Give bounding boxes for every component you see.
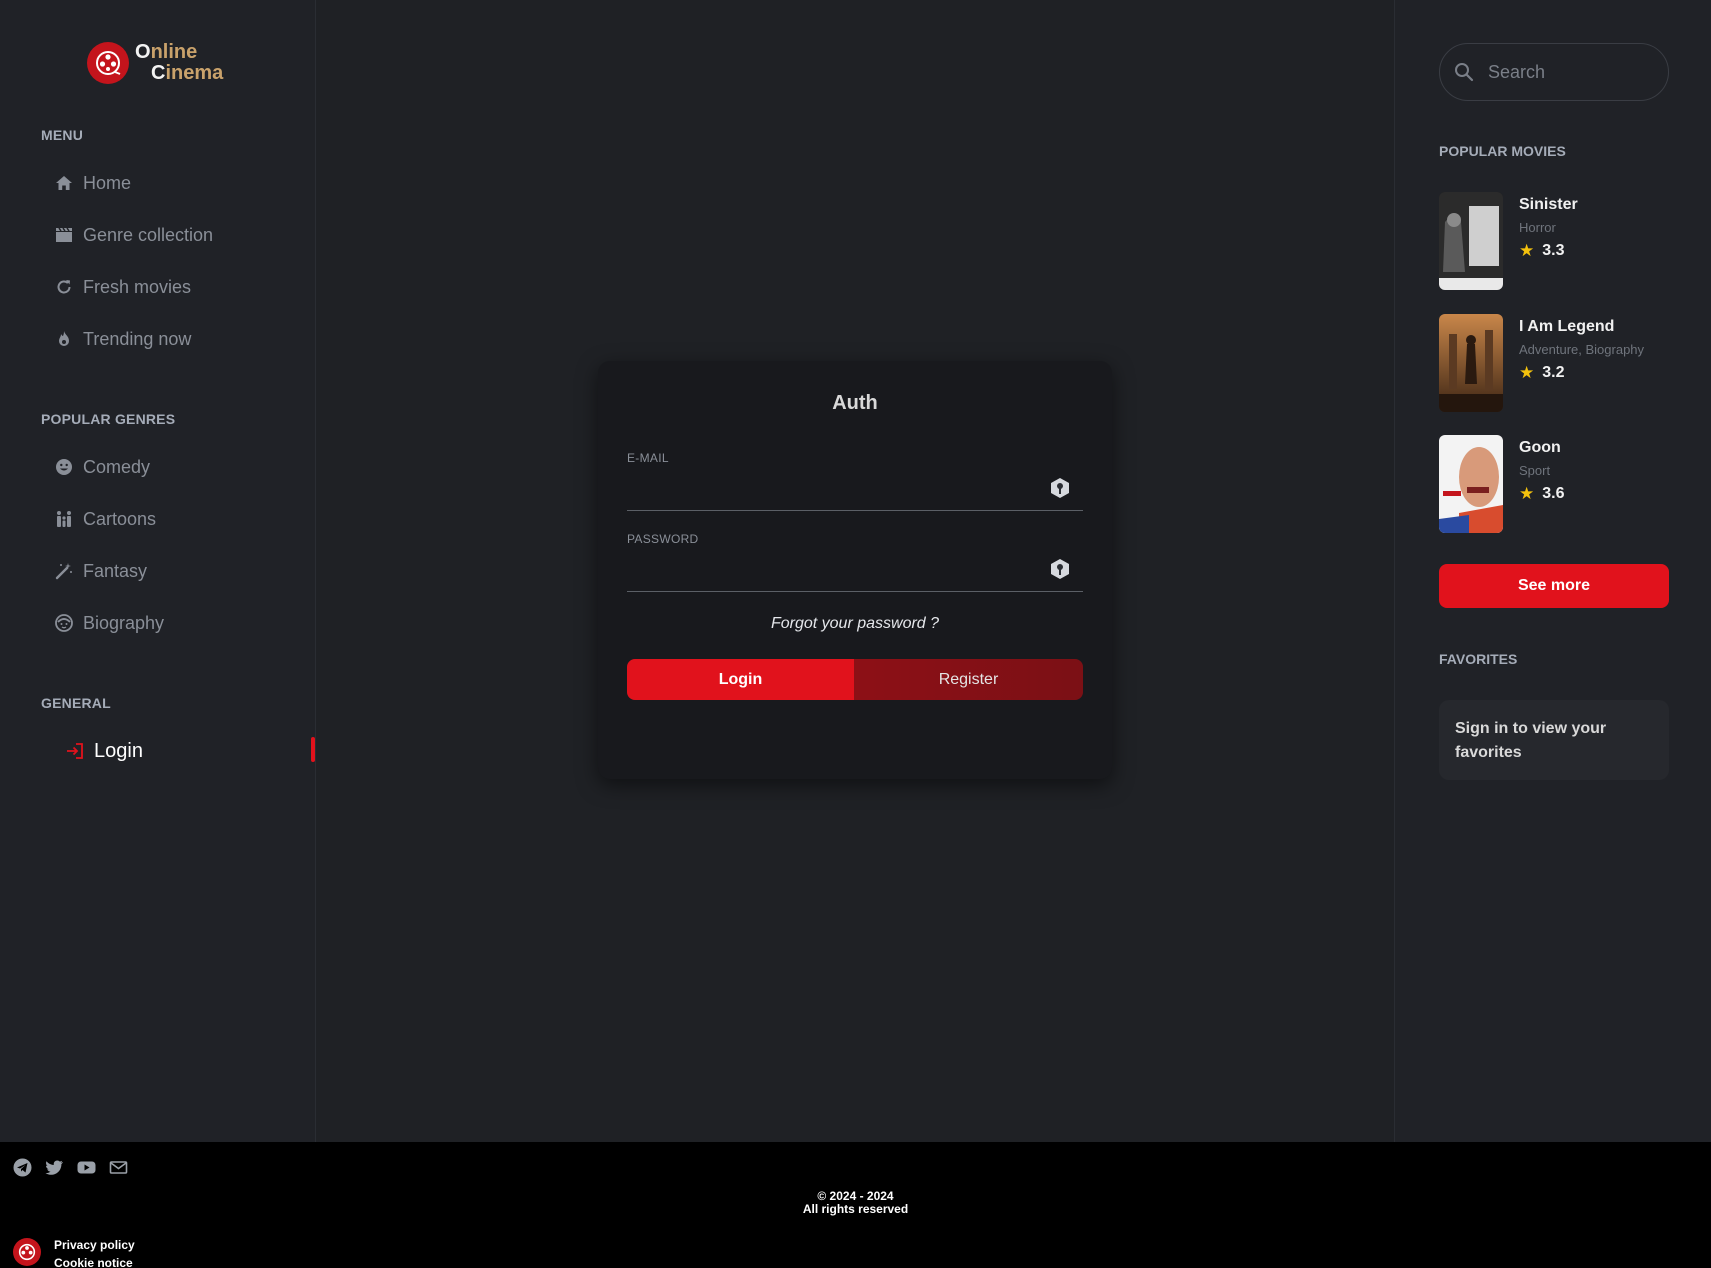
sidebar-item-login[interactable]: Login: [65, 736, 143, 766]
search-input[interactable]: [1488, 61, 1658, 83]
login-button[interactable]: Login: [627, 659, 854, 700]
sidebar-item-comedy[interactable]: Comedy: [54, 452, 150, 482]
sidebar-item-label: Login: [94, 739, 143, 762]
mail-icon[interactable]: [109, 1158, 128, 1177]
app-root: Online Cinema MENU Home Genre collection…: [0, 0, 1711, 1268]
logo[interactable]: Online Cinema: [87, 42, 223, 84]
star-icon: ★: [1519, 241, 1535, 260]
logo-letter: O: [135, 41, 151, 63]
logo-word: nline: [150, 41, 198, 63]
password-manager-icon[interactable]: [1049, 558, 1071, 580]
movie-title: I Am Legend: [1519, 318, 1615, 335]
sidebar-item-label: Trending now: [83, 328, 192, 349]
auth-card: Auth E-MAIL PASSWORD Forgot your passwor…: [598, 361, 1112, 779]
movie-poster[interactable]: [1439, 192, 1503, 290]
movie-poster[interactable]: [1439, 314, 1503, 412]
movie-item-i-am-legend[interactable]: I Am Legend Adventure, Biography ★ 3.2: [1439, 314, 1679, 412]
movie-rating: ★ 3.2: [1519, 363, 1644, 383]
baby-face-icon: [54, 613, 74, 633]
social-links: [13, 1158, 128, 1177]
sidebar-item-biography[interactable]: Biography: [54, 608, 164, 638]
privacy-policy-link[interactable]: Privacy policy: [54, 1236, 135, 1254]
movie-item-goon[interactable]: Goon Sport ★ 3.6: [1439, 435, 1679, 533]
popular-movies-title: POPULAR MOVIES: [1439, 143, 1566, 159]
password-field: PASSWORD: [627, 532, 1083, 592]
auth-buttons: Login Register: [627, 659, 1083, 700]
email-label: E-MAIL: [627, 451, 669, 465]
see-more-button[interactable]: See more: [1439, 564, 1669, 608]
sidebar-item-genre-collection[interactable]: Genre collection: [54, 220, 213, 250]
legal-links: Privacy policy Cookie notice: [54, 1236, 135, 1268]
cookie-notice-link[interactable]: Cookie notice: [54, 1254, 135, 1268]
movie-rating: ★ 3.6: [1519, 484, 1565, 504]
right-sidebar: POPULAR MOVIES Sinister Horror ★ 3.3: [1394, 0, 1711, 1142]
rating-value: 3.3: [1542, 242, 1565, 259]
sidebar-item-trending-now[interactable]: Trending now: [54, 324, 191, 354]
star-icon: ★: [1519, 363, 1535, 382]
forgot-password-link[interactable]: Forgot your password ?: [598, 615, 1112, 633]
star-icon: ★: [1519, 484, 1535, 503]
main-content: Auth E-MAIL PASSWORD Forgot your passwor…: [316, 0, 1394, 1142]
sidebar-item-label: Fantasy: [83, 560, 148, 581]
sidebar-item-home[interactable]: Home: [54, 168, 131, 198]
clapperboard-icon: [54, 225, 74, 245]
home-icon: [54, 173, 74, 193]
favorites-title: FAVORITES: [1439, 651, 1518, 667]
register-button[interactable]: Register: [854, 659, 1083, 700]
movie-genre: Sport: [1519, 463, 1551, 478]
rights-reserved: All rights reserved: [802, 1202, 909, 1216]
password-label: PASSWORD: [627, 532, 699, 546]
general-title: GENERAL: [41, 695, 111, 711]
fire-icon: [54, 329, 74, 349]
copyright: © 2024 - 2024 All rights reserved: [0, 1190, 1711, 1216]
email-field: E-MAIL: [627, 451, 1083, 511]
logo-word: inema: [165, 62, 224, 84]
rating-value: 3.6: [1542, 485, 1565, 502]
smile-icon: [54, 457, 74, 477]
movie-poster[interactable]: [1439, 435, 1503, 533]
movie-title: Goon: [1519, 439, 1561, 456]
rating-value: 3.2: [1542, 364, 1565, 381]
auth-title: Auth: [832, 392, 878, 414]
search-icon: [1454, 62, 1474, 82]
telegram-icon[interactable]: [13, 1158, 32, 1177]
logo-text: Online Cinema: [135, 42, 223, 84]
email-input[interactable]: [627, 473, 1047, 503]
sidebar-item-label: Genre collection: [83, 224, 214, 245]
menu-title: MENU: [41, 127, 84, 143]
youtube-icon[interactable]: [77, 1158, 96, 1177]
twitter-icon[interactable]: [45, 1158, 64, 1177]
magic-wand-icon: [54, 561, 74, 581]
sidebar-item-label: Cartoons: [83, 508, 157, 529]
sidebar-item-cartoons[interactable]: Cartoons: [54, 504, 156, 534]
left-sidebar: Online Cinema MENU Home Genre collection…: [0, 0, 316, 1142]
logo-letter: C: [151, 62, 166, 84]
login-icon: [65, 741, 85, 761]
password-manager-icon[interactable]: [1049, 477, 1071, 499]
movie-genre: Horror: [1519, 220, 1556, 235]
active-indicator: [311, 737, 315, 762]
refresh-icon: [54, 277, 74, 297]
sidebar-item-fresh-movies[interactable]: Fresh movies: [54, 272, 191, 302]
favorites-placeholder: Sign in to view your favorites: [1439, 700, 1669, 780]
sidebar-item-label: Biography: [83, 612, 165, 633]
sidebar-item-label: Fresh movies: [83, 276, 192, 297]
footer: © 2024 - 2024 All rights reserved Privac…: [0, 1142, 1711, 1268]
movie-item-sinister[interactable]: Sinister Horror ★ 3.3: [1439, 192, 1679, 290]
footer-logo-icon[interactable]: [13, 1238, 41, 1266]
password-input[interactable]: [627, 554, 1047, 584]
sidebar-item-label: Comedy: [83, 456, 151, 477]
sidebar-item-label: Home: [83, 172, 132, 193]
search-box[interactable]: [1439, 43, 1669, 101]
movie-rating: ★ 3.3: [1519, 241, 1578, 261]
popular-genres-title: POPULAR GENRES: [41, 411, 176, 427]
sidebar-item-fantasy[interactable]: Fantasy: [54, 556, 147, 586]
film-reel-icon: [87, 42, 129, 84]
family-icon: [54, 509, 74, 529]
movie-genre: Adventure, Biography: [1519, 342, 1645, 357]
movie-title: Sinister: [1519, 196, 1578, 213]
